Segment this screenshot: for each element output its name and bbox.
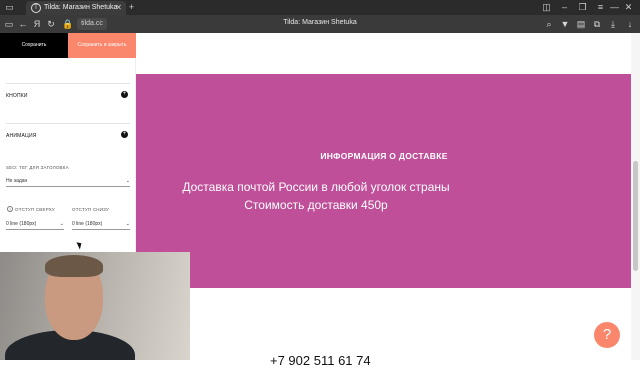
padding-top-value: 0 line (180px) — [6, 221, 37, 227]
padding-top-label: ОТСТУП СВЕРХУ — [15, 207, 55, 212]
seo-tag-value: Не задан — [6, 178, 28, 184]
address-bar: ▭ ← Я ↻ 🔒 tilda.cc Tilda: Магазин Shetuk… — [0, 15, 640, 33]
yandex-icon[interactable]: Я — [31, 18, 43, 30]
seo-tag-select[interactable]: Не задан ⌄ — [6, 175, 130, 187]
tab-close-icon[interactable]: ✕ — [115, 3, 122, 12]
window-title: Tilda: Магазин Shetuka — [283, 19, 357, 26]
tab-tilda[interactable]: T Tilda: Магазин Shetuka ✕ — [26, 1, 126, 15]
section-animation-label: АНИМАЦИЯ — [6, 133, 37, 139]
search-icon[interactable]: ⌕ — [543, 18, 555, 30]
section-animation[interactable]: АНИМАЦИЯ + — [6, 123, 130, 149]
collections-icon[interactable]: ◫ — [541, 2, 552, 13]
scroll-thumb[interactable] — [633, 161, 638, 271]
restore-icon[interactable]: ❐ — [577, 2, 588, 13]
padding-bottom-select[interactable]: 0 line (180px) ⌄ — [72, 218, 130, 230]
save-button[interactable]: Сохранить — [0, 33, 68, 58]
seo-tag-label: SEO: ТЕГ ДЛЯ ЗАГОЛОВКА — [6, 165, 69, 170]
page-scrollbar[interactable] — [631, 33, 640, 360]
webcam-person-hair — [45, 255, 103, 277]
phone-number: +7 902 511 61 74 — [270, 353, 371, 368]
delivery-info-block[interactable]: ИНФОРМАЦИЯ О ДОСТАВКЕ Доставка почтой Ро… — [136, 74, 632, 288]
reload-icon[interactable]: ↻ — [45, 18, 57, 30]
expand-icon[interactable]: + — [121, 91, 128, 98]
sidebar-toggle-icon[interactable]: ▭ — [4, 2, 15, 13]
padding-bottom-value: 0 line (180px) — [72, 221, 103, 227]
menu-icon[interactable]: ≡ — [595, 2, 606, 13]
section-buttons-label: КНОПКИ — [6, 93, 28, 99]
help-button[interactable]: ? — [594, 322, 620, 348]
downloads-icon[interactable]: ⤓ — [607, 18, 619, 30]
minimize-icon[interactable]: – — [559, 2, 570, 13]
lock-icon: 🔒 — [62, 19, 74, 29]
webcam-overlay — [0, 252, 190, 360]
chevron-down-icon: ⌄ — [125, 178, 130, 184]
reader-icon[interactable]: ▤ — [575, 18, 587, 30]
window-close-icon[interactable]: ✕ — [623, 2, 634, 13]
delivery-line-1: Доставка почтой России в любой уголок ст… — [182, 180, 450, 194]
delivery-heading: ИНФОРМАЦИЯ О ДОСТАВКЕ — [320, 151, 448, 161]
back-icon[interactable]: ← — [17, 18, 29, 30]
delivery-line-2: Стоимость доставки 450р — [244, 198, 388, 212]
expand-icon[interactable]: + — [121, 131, 128, 138]
browser-tab-bar: ▭ T Tilda: Магазин Shetuka ✕ + ◫ – ❐ ≡ —… — [0, 0, 640, 15]
tilda-favicon-icon: T — [31, 3, 41, 13]
help-icon[interactable]: ? — [7, 206, 13, 212]
new-tab-icon[interactable]: + — [126, 2, 137, 13]
extensions-icon[interactable]: ⧉ — [591, 18, 603, 30]
tabs-icon[interactable]: ▭ — [3, 18, 15, 30]
padding-bottom-label: ОТСТУП СНИЗУ — [72, 207, 110, 212]
chevron-down-icon: ⌄ — [125, 221, 130, 227]
chevron-down-icon: ⌄ — [59, 221, 64, 227]
bookmark-icon[interactable]: ▼ — [559, 18, 571, 30]
page-canvas: ИНФОРМАЦИЯ О ДОСТАВКЕ Доставка почтой Ро… — [136, 33, 632, 360]
save-and-close-button[interactable]: Сохранить и закрыть — [68, 33, 136, 58]
url-field[interactable]: tilda.cc — [77, 18, 107, 30]
download-arrow-icon[interactable]: ↓ — [624, 18, 636, 30]
padding-top-select[interactable]: 0 line (180px) ⌄ — [6, 218, 64, 230]
tab-title: Tilda: Магазин Shetuka — [44, 4, 118, 11]
section-buttons[interactable]: КНОПКИ + — [6, 83, 130, 109]
window-minimize-icon[interactable]: — — [609, 2, 620, 13]
